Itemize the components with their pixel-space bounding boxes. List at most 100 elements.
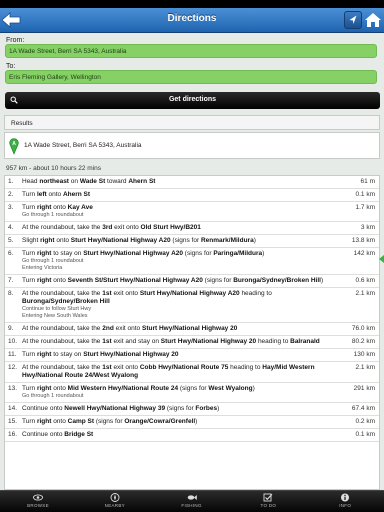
step-number: 11.	[8, 351, 17, 358]
step-note: Entering Victoria	[22, 265, 63, 271]
results-header: Results	[4, 115, 380, 130]
tab-info[interactable]: INFO	[307, 491, 383, 512]
step-distance: 0.1 km	[355, 191, 375, 198]
direction-step[interactable]: 2. Turn left onto Ahern St 0.1 km	[5, 189, 379, 202]
pin-letter: A	[12, 141, 16, 147]
step-distance: 80.2 km	[351, 338, 375, 345]
step-instruction: At the roundabout, take the 3rd exit ont…	[22, 224, 201, 231]
to-field[interactable]: Eris Fleming Gallery, Wellington	[5, 70, 377, 84]
tab-nearby[interactable]: NEARBY	[77, 491, 153, 512]
direction-step[interactable]: 12. At the roundabout, take the 1st exit …	[5, 362, 379, 383]
step-distance: 1.7 km	[355, 204, 375, 211]
step-instruction: At the roundabout, take the 2nd exit ont…	[22, 325, 238, 332]
eye-icon	[33, 494, 43, 501]
direction-step[interactable]: 8. At the roundabout, take the 1st exit o…	[5, 288, 379, 323]
tab-label: TO DO	[260, 503, 277, 508]
side-marker-icon	[379, 255, 384, 263]
step-number: 14.	[8, 405, 18, 412]
direction-step[interactable]: 9. At the roundabout, take the 2nd exit o…	[5, 323, 379, 336]
step-instruction: Turn right onto Seventh St/Sturt Hwy/Nat…	[22, 277, 324, 284]
location-arrow-icon	[349, 15, 357, 24]
direction-step[interactable]: 5. Slight right onto Sturt Hwy/National H…	[5, 235, 379, 248]
destination-address: 1A Wade Street, Berri SA 5343, Australia	[24, 142, 142, 149]
step-note: Continue to follow Sturt Hwy	[22, 306, 92, 312]
navigation-bar: Directions	[0, 8, 384, 33]
step-distance: 2.1 km	[355, 290, 375, 297]
step-instruction: At the roundabout, take the 1st exit and…	[22, 338, 320, 345]
step-number: 10.	[8, 338, 18, 345]
tab-label: BROWSE	[27, 503, 49, 508]
step-number: 15.	[8, 418, 18, 425]
step-instruction: Slight right onto Sturt Hwy/National Hig…	[22, 237, 256, 244]
step-number: 12.	[8, 364, 18, 371]
step-distance: 0.2 km	[355, 418, 375, 425]
tab-browse[interactable]: BROWSE	[0, 491, 76, 512]
step-instruction: Turn right to stay on Sturt Hwy/National…	[22, 250, 342, 272]
direction-step[interactable]: 7. Turn right onto Seventh St/Sturt Hwy/N…	[5, 275, 379, 288]
step-distance: 291 km	[353, 385, 375, 392]
from-label: From:	[6, 37, 25, 44]
get-directions-label: Get directions	[168, 96, 217, 103]
route-summary: 957 km - about 10 hours 22 mins	[6, 165, 102, 172]
step-note: Go through 1 roundabout	[22, 258, 84, 264]
info-icon	[341, 493, 350, 502]
direction-step[interactable]: 13. Turn right onto Mid Western Hwy/Natio…	[5, 383, 379, 403]
direction-step[interactable]: 11. Turn right to stay on Sturt Hwy/Natio…	[5, 349, 379, 362]
status-bar	[0, 0, 384, 8]
tab-fishing[interactable]: FISHING	[154, 491, 230, 512]
tab-label: FISHING	[181, 503, 202, 508]
get-directions-button[interactable]: Get directions	[5, 92, 380, 109]
step-number: 16.	[8, 431, 18, 438]
step-distance: 61 m	[360, 178, 375, 185]
step-note: Go through 1 roundabout	[22, 212, 84, 218]
direction-step[interactable]: 16. Continue onto Bridge St 0.1 km	[5, 429, 379, 442]
step-distance: 2.1 km	[355, 364, 375, 371]
search-icon	[10, 96, 18, 104]
tab-bar: BROWSE NEARBY FISHING TO DO INFO	[0, 490, 384, 512]
home-button[interactable]	[364, 11, 382, 29]
step-number: 3.	[8, 204, 14, 211]
step-number: 6.	[8, 250, 14, 257]
direction-step[interactable]: 14. Continue onto Newell Hwy/National Hig…	[5, 403, 379, 416]
direction-step[interactable]: 15. Turn right onto Camp St (signs for Or…	[5, 416, 379, 429]
direction-step[interactable]: 6. Turn right to stay on Sturt Hwy/Nation…	[5, 248, 379, 275]
from-field[interactable]: 1A Wade Street, Berri SA 5343, Australia	[5, 44, 377, 58]
direction-step[interactable]: 1. Head northeast on Wade St toward Ahern…	[5, 176, 379, 189]
direction-step[interactable]: 4. At the roundabout, take the 3rd exit o…	[5, 222, 379, 235]
page-title: Directions	[167, 13, 217, 24]
tab-todo[interactable]: TO DO	[230, 491, 306, 512]
step-instruction: Turn left onto Ahern St	[22, 191, 91, 198]
step-distance: 0.6 km	[355, 277, 375, 284]
step-instruction: Turn right onto Camp St (signs for Orang…	[22, 418, 198, 425]
step-instruction: Continue onto Newell Hwy/National Highwa…	[22, 405, 220, 412]
step-number: 9.	[8, 325, 14, 332]
step-number: 7.	[8, 277, 14, 284]
step-number: 13.	[8, 385, 18, 392]
step-distance: 3 km	[360, 224, 375, 231]
fish-icon	[187, 495, 197, 500]
step-instruction: Head northeast on Wade St toward Ahern S…	[22, 178, 156, 185]
tab-label: NEARBY	[104, 503, 125, 508]
step-distance: 142 km	[353, 250, 375, 257]
step-number: 2.	[8, 191, 14, 198]
step-number: 8.	[8, 290, 14, 297]
step-note: Entering New South Wales	[22, 313, 88, 319]
step-instruction: Turn right onto Kay Ave Go through 1 roun…	[22, 204, 342, 219]
step-number: 4.	[8, 224, 14, 231]
step-instruction: At the roundabout, take the 1st exit ont…	[22, 290, 342, 320]
step-distance: 76.0 km	[351, 325, 375, 332]
step-number: 1.	[8, 178, 14, 185]
step-distance: 13.8 km	[351, 237, 375, 244]
step-number: 5.	[8, 237, 14, 244]
home-icon	[365, 13, 381, 27]
direction-step[interactable]: 10. At the roundabout, take the 1st exit …	[5, 336, 379, 349]
step-note: Go through 1 roundabout	[22, 393, 84, 399]
direction-step[interactable]: 3. Turn right onto Kay Ave Go through 1 ro…	[5, 202, 379, 222]
step-distance: 130 km	[353, 351, 375, 358]
location-button[interactable]	[344, 11, 362, 29]
destination-row[interactable]: A 1A Wade Street, Berri SA 5343, Austral…	[4, 132, 380, 159]
directions-list[interactable]: 1. Head northeast on Wade St toward Ahern…	[4, 175, 380, 490]
step-instruction: At the roundabout, take the 1st exit ont…	[22, 364, 315, 379]
checkbox-icon	[263, 493, 273, 502]
to-label: To:	[6, 63, 16, 70]
